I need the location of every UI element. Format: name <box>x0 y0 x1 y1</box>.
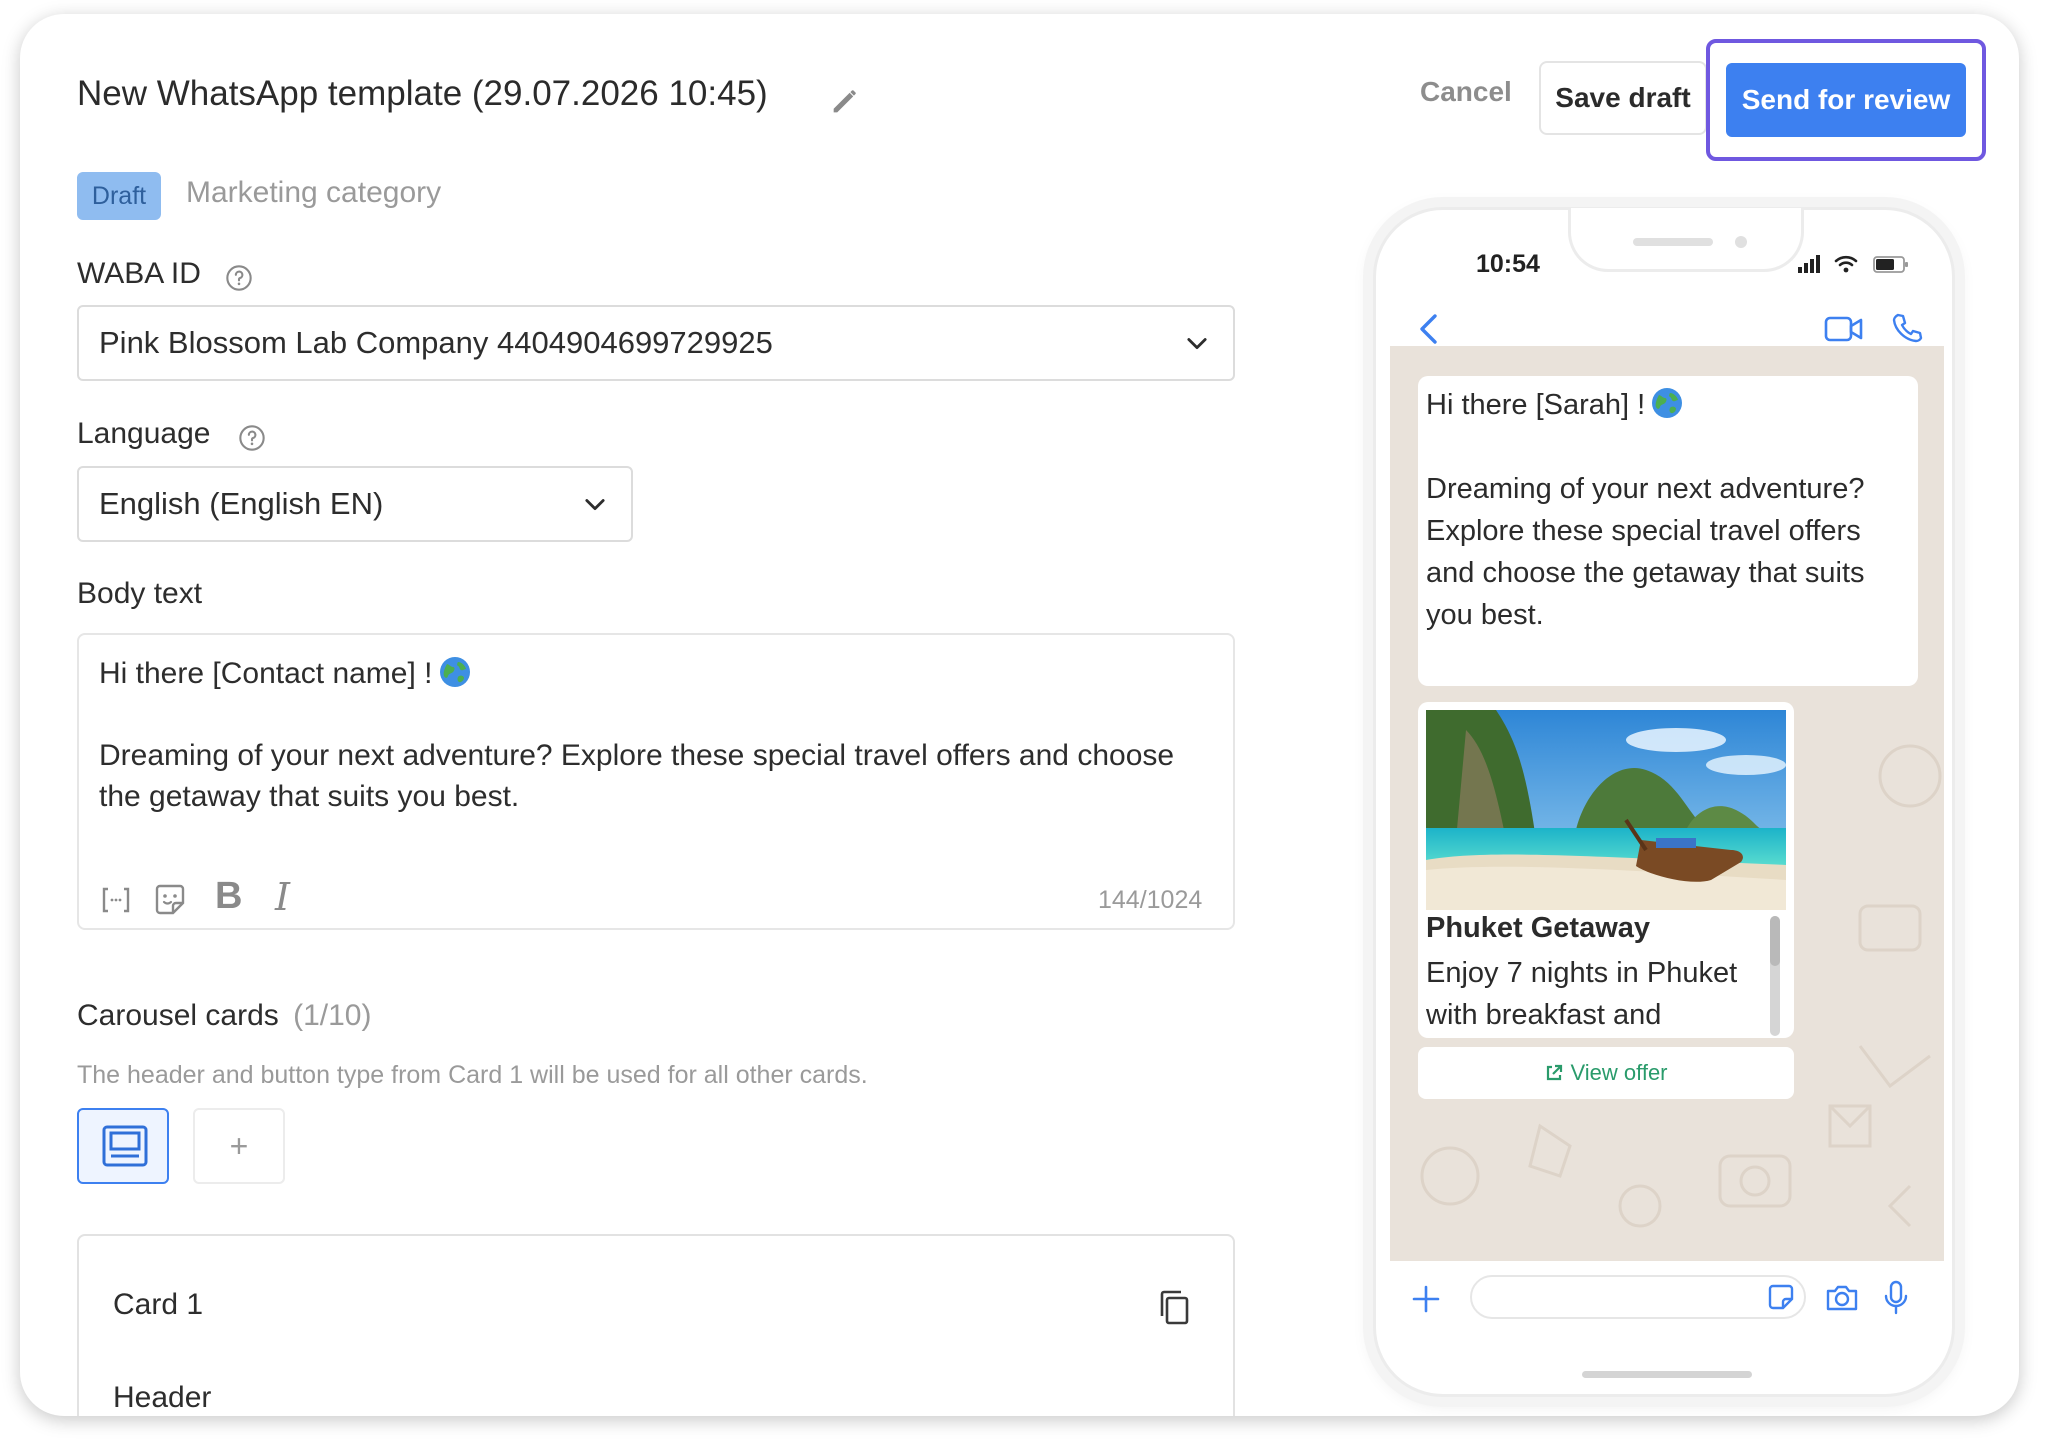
external-link-icon <box>1547 1064 1563 1081</box>
globe-icon <box>1652 388 1683 418</box>
chevron-down-icon <box>585 499 605 511</box>
preview-greeting: Hi there [Sarah] ! <box>1426 389 1646 421</box>
card-1-thumbnail[interactable] <box>77 1108 169 1184</box>
card-scrollbar[interactable] <box>1770 916 1780 1036</box>
message-bubble: Hi there [Sarah] ! Dreaming of your next… <box>1418 376 1918 686</box>
card-1-panel: Card 1 Header <box>77 1234 1235 1416</box>
camera-icon[interactable] <box>1824 1281 1860 1315</box>
carousel-label-text: Carousel cards <box>77 999 279 1032</box>
cancel-button[interactable]: Cancel <box>1420 76 1512 108</box>
chevron-down-icon <box>1187 338 1207 350</box>
body-paragraph: Dreaming of your next adventure? Explore… <box>99 739 1175 813</box>
status-icons <box>1798 255 1908 273</box>
carousel-hint: The header and button type from Card 1 w… <box>77 1061 868 1089</box>
variable-icon[interactable] <box>99 883 133 917</box>
language-label: Language <box>77 417 211 450</box>
phone-preview: 10:54 Hi there [Sarah] ! Dreaming of you… <box>1373 207 1955 1397</box>
send-for-review-button[interactable]: Send for review <box>1726 63 1966 137</box>
view-offer-button[interactable]: View offer <box>1418 1047 1794 1099</box>
body-greeting: Hi there [Contact name] ! <box>99 657 433 690</box>
carousel-count: (1/10) <box>293 999 372 1032</box>
card-title: Phuket Getaway <box>1426 912 1651 944</box>
body-text-content[interactable]: Hi there [Contact name] ! Dreaming of yo… <box>99 653 1209 817</box>
page-title: New WhatsApp template (29.07.2026 10:45) <box>77 74 768 113</box>
waba-id-value: Pink Blossom Lab Company 440490469972992… <box>99 325 773 360</box>
bold-icon[interactable]: B <box>215 875 242 918</box>
add-card-button[interactable]: + <box>193 1108 285 1184</box>
language-value: English (English EN) <box>99 486 384 521</box>
character-counter: 144/1024 <box>1098 886 1203 914</box>
video-icon[interactable] <box>1824 314 1864 344</box>
category-label: Marketing category <box>186 176 442 209</box>
carousel-label: Carousel cards (1/10) <box>77 999 371 1033</box>
save-draft-button[interactable]: Save draft <box>1539 61 1707 135</box>
back-icon[interactable] <box>1416 312 1442 346</box>
help-icon[interactable] <box>225 264 253 292</box>
status-badge: Draft <box>77 172 161 220</box>
language-select[interactable]: English (English EN) <box>77 466 633 542</box>
status-time: 10:54 <box>1476 250 1540 278</box>
message-input[interactable] <box>1470 1275 1806 1319</box>
phone-call-icon[interactable] <box>1891 312 1923 344</box>
card-description: Enjoy 7 nights in Phuket with breakfast … <box>1426 957 1738 1031</box>
mic-icon[interactable] <box>1882 1279 1910 1317</box>
chat-area: Hi there [Sarah] ! Dreaming of your next… <box>1390 346 1944 1261</box>
waba-id-select[interactable]: Pink Blossom Lab Company 440490469972992… <box>77 305 1235 381</box>
italic-icon[interactable]: I <box>275 875 290 919</box>
copy-icon[interactable] <box>1157 1288 1191 1326</box>
home-indicator <box>1582 1371 1752 1378</box>
message-text: Hi there [Sarah] ! Dreaming of your next… <box>1426 384 1906 636</box>
phone-notch <box>1568 208 1804 272</box>
card-layout-icon <box>102 1125 148 1167</box>
plus-icon[interactable] <box>1410 1283 1442 1315</box>
help-icon[interactable] <box>238 424 266 452</box>
sticker-icon[interactable] <box>1766 1282 1796 1312</box>
chat-input-bar <box>1390 1261 1944 1339</box>
body-text-label: Body text <box>77 577 203 610</box>
waba-id-label: WABA ID <box>77 257 201 290</box>
send-for-review-highlight: Send for review <box>1706 39 1986 161</box>
view-offer-label: View offer <box>1570 1060 1668 1085</box>
emoji-icon[interactable] <box>151 881 189 919</box>
pencil-icon[interactable] <box>828 84 862 118</box>
carousel-card-preview[interactable]: Phuket Getaway Enjoy 7 nights in Phuket … <box>1418 702 1794 1038</box>
globe-icon <box>439 657 470 687</box>
card-image <box>1426 710 1786 910</box>
preview-paragraph: Dreaming of your next adventure? Explore… <box>1426 473 1865 631</box>
card-1-title: Card 1 <box>113 1288 204 1321</box>
body-text-editor[interactable]: Hi there [Contact name] ! Dreaming of yo… <box>77 633 1235 930</box>
card-1-header-label: Header <box>113 1381 212 1414</box>
template-editor: New WhatsApp template (29.07.2026 10:45)… <box>20 14 2019 1416</box>
